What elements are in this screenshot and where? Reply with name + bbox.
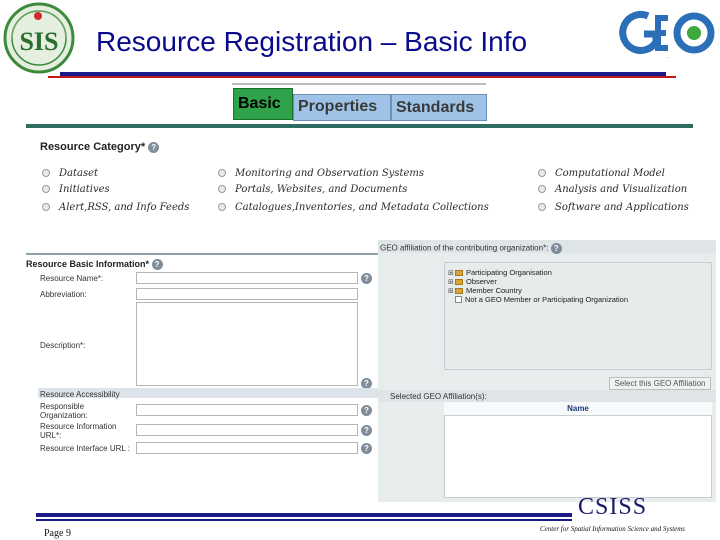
tree-item-participating[interactable]: ⊞ Participating Organisation	[448, 268, 552, 277]
tab-bar-line	[232, 83, 486, 85]
radio-icon[interactable]	[538, 203, 546, 211]
help-icon[interactable]: ?	[361, 425, 372, 436]
csiss-logo-text: CSISS	[578, 494, 648, 520]
help-icon[interactable]: ?	[361, 273, 372, 284]
svg-text:SIS: SIS	[19, 27, 58, 56]
help-icon[interactable]: ?	[148, 141, 160, 153]
responsible-org-label: Responsible Organization:	[40, 402, 88, 420]
info-url-label: Resource Information URL*:	[40, 422, 117, 440]
interface-url-input[interactable]	[136, 442, 358, 454]
expand-icon[interactable]: ⊞	[448, 278, 455, 286]
tab-properties[interactable]: Properties	[293, 94, 391, 121]
interface-url-label: Resource Interface URL :	[40, 444, 130, 453]
section-divider	[26, 124, 693, 128]
radio-icon[interactable]	[218, 185, 226, 193]
abbreviation-input[interactable]	[136, 288, 358, 300]
radio-option-dataset[interactable]: Dataset	[42, 168, 98, 179]
radio-icon[interactable]	[218, 203, 226, 211]
affiliation-heading: GEO affiliation of the contributing orga…	[380, 243, 562, 254]
tree-item-observer[interactable]: ⊞ Observer	[448, 277, 497, 286]
expand-icon[interactable]: ⊞	[448, 287, 455, 295]
responsible-org-input[interactable]	[136, 404, 358, 416]
select-affiliation-button[interactable]: Select this GEO Affiliation	[609, 377, 711, 390]
title-underline-red	[48, 76, 676, 78]
radio-option-software[interactable]: Software and Applications	[538, 202, 689, 213]
help-icon[interactable]: ?	[151, 259, 163, 271]
footer-organization: Center for Spatial Information Science a…	[540, 525, 686, 533]
radio-icon[interactable]	[42, 185, 50, 193]
svg-text:GEO: GEO	[667, 57, 669, 59]
help-icon[interactable]: ?	[361, 405, 372, 416]
resource-name-label: Resource Name*:	[40, 274, 104, 283]
help-icon[interactable]: ?	[550, 243, 562, 254]
tab-basic[interactable]: Basic	[233, 88, 293, 120]
tree-item-not-member[interactable]: Not a GEO Member or Participating Organi…	[448, 295, 628, 304]
accessibility-label: Resource Accessibility	[40, 390, 120, 399]
resource-name-input[interactable]	[136, 272, 358, 284]
info-url-input[interactable]	[136, 424, 358, 436]
radio-icon[interactable]	[538, 169, 546, 177]
resource-category-label: Resource Category*	[40, 141, 146, 153]
help-icon[interactable]: ?	[361, 443, 372, 454]
radio-option-monitoring[interactable]: Monitoring and Observation Systems	[218, 168, 424, 179]
folder-icon	[455, 270, 463, 276]
radio-icon[interactable]	[538, 185, 546, 193]
abbreviation-label: Abbreviation:	[40, 290, 87, 299]
radio-icon[interactable]	[42, 169, 50, 177]
description-textarea[interactable]	[136, 302, 358, 386]
basic-info-heading: Resource Basic Information* ?	[26, 259, 163, 271]
tab-standards[interactable]: Standards	[391, 94, 487, 121]
radio-option-portals[interactable]: Portals, Websites, and Documents	[218, 184, 407, 195]
slide-title: Resource Registration – Basic Info	[96, 26, 528, 57]
radio-icon[interactable]	[218, 169, 226, 177]
radio-option-alert-rss[interactable]: Alert,RSS, and Info Feeds	[42, 202, 189, 213]
radio-option-computational-model[interactable]: Computational Model	[538, 168, 665, 179]
footer-rule	[36, 513, 572, 517]
radio-icon[interactable]	[42, 203, 50, 211]
radio-option-catalogues[interactable]: Catalogues,Inventories, and Metadata Col…	[218, 202, 489, 213]
name-column-header[interactable]: Name	[444, 402, 712, 416]
resource-category-heading: Resource Category* ?	[40, 141, 160, 153]
folder-icon	[455, 288, 463, 294]
tree-item-member-country[interactable]: ⊞ Member Country	[448, 286, 522, 295]
description-label: Description*:	[40, 341, 86, 350]
checkbox-icon[interactable]	[455, 296, 462, 303]
folder-icon	[455, 279, 463, 285]
radio-option-analysis[interactable]: Analysis and Visualization	[538, 184, 687, 195]
geo-logo: GEO	[618, 6, 718, 60]
selected-affiliation-table	[444, 402, 712, 498]
sis-logo: SIS	[2, 2, 76, 74]
basic-info-divider	[26, 253, 380, 255]
radio-option-initiatives[interactable]: Initiatives	[42, 184, 110, 195]
footer-rule	[36, 519, 572, 521]
selected-affiliation-heading: Selected GEO Affiliation(s):	[390, 392, 487, 401]
page-number: Page 9	[44, 528, 71, 539]
expand-icon[interactable]: ⊞	[448, 269, 455, 277]
